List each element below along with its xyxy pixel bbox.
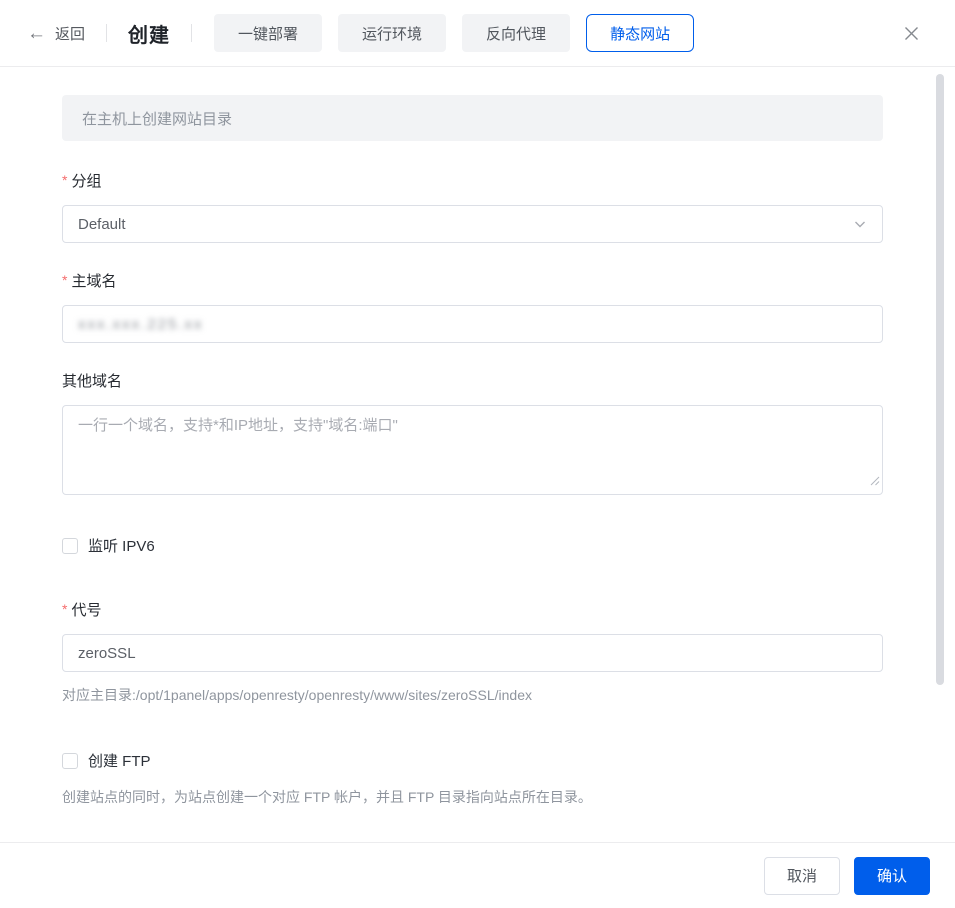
tab-reverse-proxy[interactable]: 反向代理: [462, 14, 571, 52]
form-item-group: * 分组 Default: [62, 171, 883, 243]
back-label: 返回: [55, 25, 86, 43]
header-divider: [191, 24, 193, 42]
tab-runtime-environment[interactable]: 运行环境: [338, 14, 447, 52]
group-label: * 分组: [62, 171, 883, 192]
form-content: 在主机上创建网站目录 * 分组 Default * 主域名 xxx.xxx.22…: [0, 68, 883, 807]
info-banner-text: 在主机上创建网站目录: [82, 110, 233, 128]
group-select-value: Default: [78, 215, 126, 233]
listen-ipv6-label: 监听 IPV6: [88, 538, 155, 555]
dialog-body: 在主机上创建网站目录 * 分组 Default * 主域名 xxx.xxx.22…: [0, 68, 955, 842]
back-arrow-icon: ←: [27, 22, 46, 44]
create-ftp-row[interactable]: 创建 FTP: [62, 750, 883, 771]
code-help-text: 对应主目录:/opt/1panel/apps/openresty/openres…: [62, 687, 533, 703]
confirm-button[interactable]: 确认: [853, 856, 930, 895]
other-domains-textarea[interactable]: [62, 405, 883, 495]
required-asterisk: *: [62, 601, 68, 617]
create-ftp-help-text: 创建站点的同时，为站点创建一个对应 FTP 帐户，并且 FTP 目录指向站点所在…: [62, 789, 592, 805]
code-label: * 代号: [62, 600, 883, 621]
create-ftp-checkbox[interactable]: [62, 752, 78, 769]
back-button[interactable]: ← 返回: [27, 23, 85, 44]
listen-ipv6-checkbox[interactable]: [62, 537, 78, 554]
page-title: 创建: [128, 24, 171, 47]
main-domain-label-text: 主域名: [71, 273, 117, 290]
required-asterisk: *: [62, 272, 68, 288]
tab-one-click-deploy[interactable]: 一键部署: [214, 14, 323, 52]
code-input[interactable]: [62, 634, 883, 672]
main-domain-redacted-value: xxx.xxx.225.xx: [78, 315, 204, 333]
tab-static-website[interactable]: 静态网站: [586, 14, 695, 52]
form-item-other-domains: 其他域名: [62, 371, 883, 495]
info-banner: 在主机上创建网站目录: [62, 95, 883, 141]
main-domain-label: * 主域名: [62, 271, 883, 292]
form-item-code: * 代号 对应主目录:/opt/1panel/apps/openresty/op…: [62, 600, 883, 704]
listen-ipv6-row[interactable]: 监听 IPV6: [62, 535, 883, 556]
group-label-text: 分组: [71, 173, 102, 190]
cancel-button[interactable]: 取消: [763, 856, 840, 895]
create-ftp-label: 创建 FTP: [88, 753, 151, 770]
chevron-down-icon: [853, 217, 867, 231]
required-asterisk: *: [62, 172, 68, 188]
other-domains-label: 其他域名: [62, 371, 883, 392]
main-domain-input[interactable]: xxx.xxx.225.xx: [62, 305, 883, 343]
dialog-header: ← 返回 创建 一键部署 运行环境 反向代理 静态网站: [0, 0, 955, 67]
code-label-text: 代号: [71, 602, 102, 619]
group-select[interactable]: Default: [62, 205, 883, 243]
other-domains-label-text: 其他域名: [62, 373, 123, 390]
dialog-footer: 取消 确认: [0, 842, 955, 908]
create-type-tabs: 一键部署 运行环境 反向代理 静态网站: [214, 14, 695, 52]
vertical-scrollbar-thumb[interactable]: [936, 74, 944, 685]
close-icon: [905, 26, 918, 40]
header-divider: [106, 24, 108, 42]
form-item-main-domain: * 主域名 xxx.xxx.225.xx: [62, 271, 883, 343]
close-button[interactable]: [901, 23, 922, 44]
